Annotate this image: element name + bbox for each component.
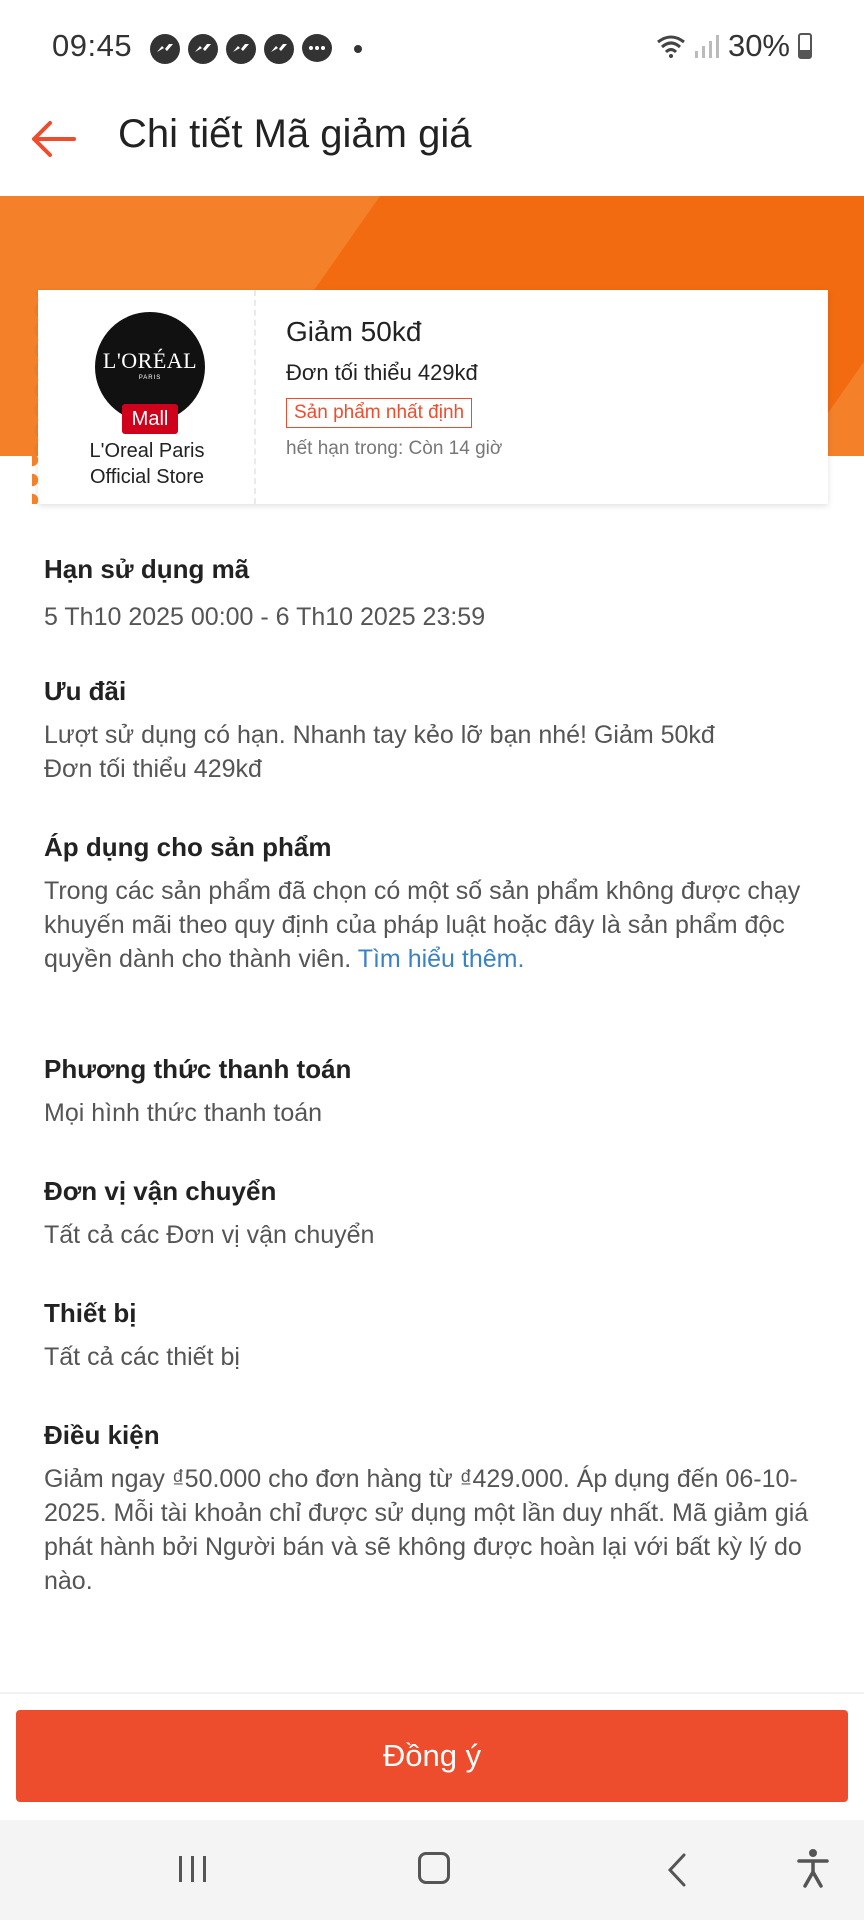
section-device: Thiết bị Tất cả các thiết bị: [44, 1296, 824, 1374]
store-name: L'Oreal Paris Official Store: [38, 438, 256, 490]
messenger-icon: [264, 34, 294, 64]
section-offer: Ưu đãi Lượt sử dụng có hạn. Nhanh tay kẻ…: [44, 674, 824, 786]
store-logo-text: L'ORÉAL: [102, 348, 198, 373]
agree-button[interactable]: Đồng ý: [16, 1710, 848, 1802]
voucher-tag: Sản phẩm nhất định: [286, 398, 473, 428]
wifi-icon: [657, 35, 685, 58]
store-name-line2: Official Store: [89, 466, 205, 488]
section-title: Ưu đãi: [44, 676, 127, 706]
voucher-title: Giảm 50kđ: [286, 316, 422, 347]
section-body: Tất cả các Đơn vị vận chuyển: [44, 1221, 375, 1249]
section-products: Áp dụng cho sản phẩm Trong các sản phẩm …: [44, 830, 824, 976]
home-icon[interactable]: [418, 1852, 450, 1884]
section-payment: Phương thức thanh toán Mọi hình thức tha…: [44, 1052, 824, 1130]
section-body: Trong các sản phẩm đã chọn có một số sản…: [44, 874, 824, 976]
section-title: Hạn sử dụng mã: [44, 554, 250, 584]
mall-badge: Mall: [122, 404, 178, 434]
chat-bubble-icon: [302, 34, 332, 62]
battery-percentage: 30%: [727, 28, 790, 63]
section-title: Điều kiện: [44, 1420, 160, 1450]
section-title: Phương thức thanh toán: [44, 1054, 352, 1084]
section-body: Mọi hình thức thanh toán: [44, 1099, 323, 1127]
section-body: Lượt sử dụng có hạn. Nhanh tay kẻo lỡ bạ…: [44, 718, 824, 786]
section-body: Tất cả các thiết bị: [44, 1343, 240, 1371]
messenger-icon: [188, 34, 218, 64]
page-header: Chi tiết Mã giảm giá: [0, 96, 864, 196]
voucher-info: Giảm 50kđ Đơn tối thiểu 429kđ Sản phẩm n…: [286, 316, 806, 460]
battery-icon: [798, 33, 812, 59]
section-validity: Hạn sử dụng mã 5 Th10 2025 00:00 - 6 Th1…: [44, 552, 824, 634]
section-body-line: Lượt sử dụng có hạn. Nhanh tay kẻo lỡ bạ…: [44, 721, 715, 749]
section-conditions: Điều kiện Giảm ngay ₫50.000 cho đơn hàng…: [44, 1418, 824, 1598]
section-body-line: Đơn tối thiểu 429kđ: [44, 755, 262, 783]
voucher-card: L'ORÉAL PARIS Mall L'Oreal Paris Officia…: [32, 290, 828, 504]
section-title: Thiết bị: [44, 1298, 137, 1328]
page-title: Chi tiết Mã giảm giá: [118, 112, 472, 156]
section-body: 5 Th10 2025 00:00 - 6 Th10 2025 23:59: [44, 603, 486, 631]
section-title: Áp dụng cho sản phẩm: [44, 832, 332, 862]
section-shipping: Đơn vị vận chuyển Tất cả các Đơn vị vận …: [44, 1174, 824, 1252]
nav-back-icon[interactable]: [664, 1852, 690, 1888]
voucher-store-panel: L'ORÉAL PARIS Mall L'Oreal Paris Officia…: [32, 290, 256, 504]
voucher-expiry: hết hạn trong: Còn 14 giờ: [286, 438, 503, 459]
back-arrow-icon[interactable]: [28, 114, 78, 164]
messenger-icon: [150, 34, 180, 64]
learn-more-link[interactable]: Tìm hiểu thêm.: [358, 945, 525, 973]
voucher-min-order: Đơn tối thiểu 429kđ: [286, 360, 478, 385]
messenger-icon: [226, 34, 256, 64]
notification-icons: [150, 34, 362, 64]
system-nav-bar: [0, 1820, 864, 1920]
section-title: Đơn vị vận chuyển: [44, 1176, 277, 1206]
more-notifications-dot-icon: [354, 45, 362, 53]
signal-icon: [694, 35, 719, 58]
status-bar: 09:45 30%: [0, 0, 864, 96]
store-logo-subtext: PARIS: [138, 375, 162, 381]
accessibility-icon[interactable]: [796, 1848, 830, 1888]
section-body: Giảm ngay ₫50.000 cho đơn hàng từ ₫429.0…: [44, 1465, 809, 1595]
store-name-line1: L'Oreal Paris: [89, 440, 205, 462]
footer-divider: [0, 1692, 864, 1694]
status-right: 30%: [656, 28, 812, 64]
status-time: 09:45: [52, 28, 133, 63]
recent-apps-icon[interactable]: [176, 1854, 210, 1884]
